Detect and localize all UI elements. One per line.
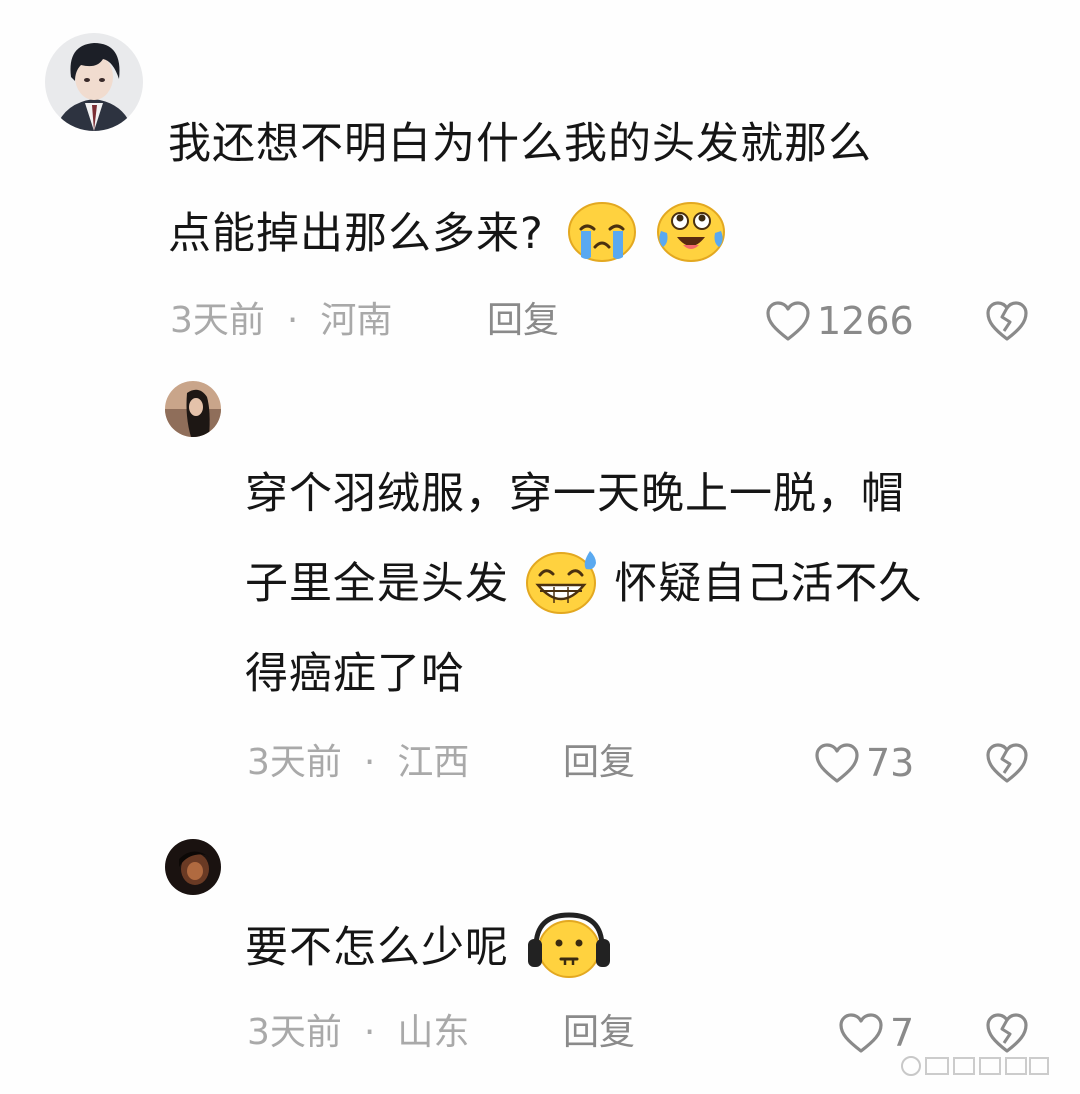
broken-heart-icon xyxy=(986,743,1028,783)
like-button[interactable]: 1266 xyxy=(765,299,914,343)
like-count: 7 xyxy=(890,1011,915,1055)
reply-button[interactable]: 回复 xyxy=(487,299,559,343)
like-button[interactable]: 73 xyxy=(814,741,914,785)
separator-dot: · xyxy=(363,1012,376,1053)
comment-meta: 3天前 · 河南 xyxy=(170,299,392,343)
dislike-button[interactable] xyxy=(985,299,1029,343)
comment-line: 子里全是头发 xyxy=(245,559,509,609)
comment-line: 得癌症了哈 xyxy=(245,649,465,699)
crying-emoji xyxy=(567,201,637,263)
comment-line-with-emoji: 子里全是头发 怀疑自己活不久 xyxy=(245,539,922,629)
comment-meta: 3天前 · 江西 xyxy=(247,741,469,785)
comment-text: 穿个羽绒服，穿一天晚上一脱，帽 子里全是头发 怀疑自己活不久 得癌症了哈 xyxy=(245,449,922,719)
avatar-dark-photo xyxy=(165,839,221,895)
avatar[interactable] xyxy=(165,381,221,437)
dislike-button[interactable] xyxy=(985,1011,1029,1055)
comment-time: 3天前 xyxy=(247,1012,342,1053)
avatar[interactable] xyxy=(165,839,221,895)
heart-icon xyxy=(815,743,859,783)
watermark-logo xyxy=(900,1052,1050,1080)
broken-heart-icon xyxy=(986,1013,1028,1053)
comment-line: 穿个羽绒服，穿一天晚上一脱，帽 xyxy=(245,469,905,519)
like-count: 73 xyxy=(866,741,915,785)
dislike-button[interactable] xyxy=(985,741,1029,785)
comment-location: 江西 xyxy=(397,742,470,783)
reply-button[interactable]: 回复 xyxy=(563,741,635,785)
heart-icon xyxy=(839,1013,883,1053)
like-button[interactable]: 7 xyxy=(838,1011,914,1055)
heart-icon xyxy=(766,301,810,341)
comment-line: 怀疑自己活不久 xyxy=(614,559,923,609)
comment-time: 3天前 xyxy=(247,742,342,783)
reply-button[interactable]: 回复 xyxy=(563,1011,635,1055)
avatar-anime-boy xyxy=(45,33,143,131)
comment-meta: 3天前 · 山东 xyxy=(247,1011,469,1055)
comment-location: 河南 xyxy=(320,300,393,341)
comment-location: 山东 xyxy=(397,1012,470,1053)
broken-heart-icon xyxy=(986,301,1028,341)
comment-line: 点能掉出那么多来? xyxy=(168,209,544,259)
comment-thread: 我还想不明白为什么我的头发就那么 点能掉出那么多来? 3天前 · 河南 回复 1… xyxy=(0,0,1080,1094)
avatar[interactable] xyxy=(45,33,143,131)
comment-text: 我还想不明白为什么我的头发就那么 点能掉出那么多来? xyxy=(168,99,872,279)
separator-dot: · xyxy=(363,742,376,783)
grin-sweat-emoji xyxy=(524,549,600,615)
like-count: 1266 xyxy=(817,299,914,343)
comment-time: 3天前 xyxy=(170,300,265,341)
separator-dot: · xyxy=(286,300,299,341)
headphones-emoji xyxy=(524,911,614,981)
comment-text: 要不怎么少呢 xyxy=(245,903,614,993)
comment-line-with-emoji: 点能掉出那么多来? xyxy=(168,189,872,279)
laughing-crying-emoji xyxy=(655,201,727,263)
comment-line-with-emoji: 要不怎么少呢 xyxy=(245,903,614,993)
comment-line: 我还想不明白为什么我的头发就那么 xyxy=(168,119,872,169)
avatar-girl-photo xyxy=(165,381,221,437)
comment-line: 要不怎么少呢 xyxy=(245,923,509,973)
